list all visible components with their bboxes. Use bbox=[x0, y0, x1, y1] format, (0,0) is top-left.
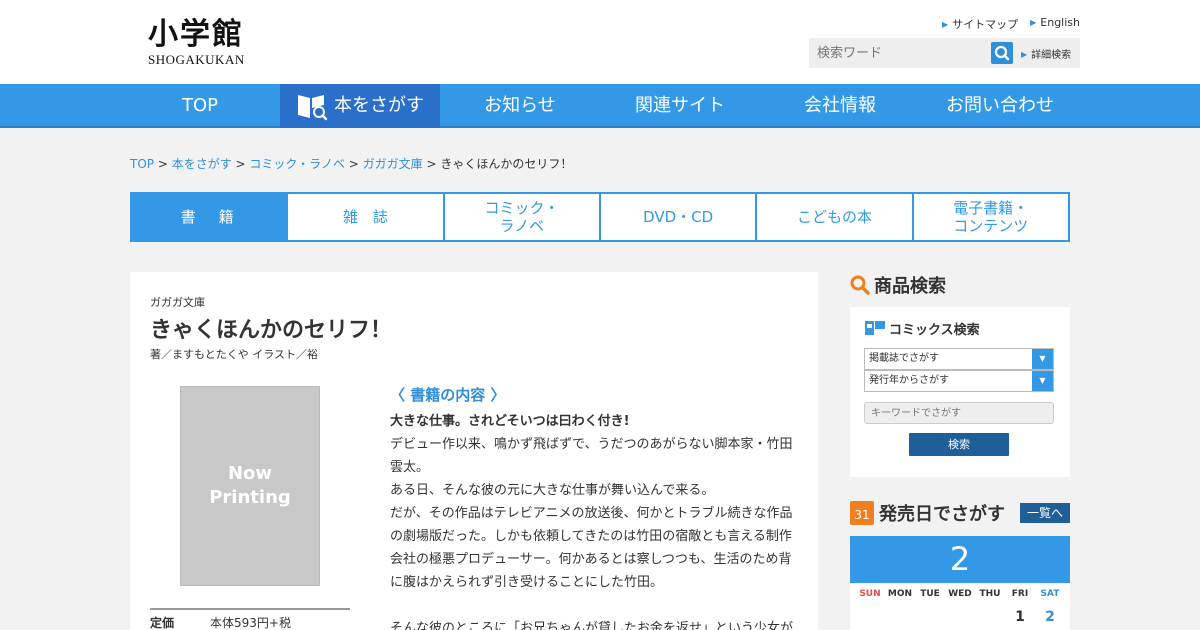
tab-ebooks[interactable]: 電子書籍・ コンテンツ bbox=[911, 194, 1068, 240]
calendar-week: 1 2 bbox=[850, 609, 1070, 625]
search-input[interactable] bbox=[813, 42, 993, 64]
shogakukan-logo[interactable]: 小学館 SHOGAKUKAN bbox=[148, 18, 245, 68]
book-search-icon bbox=[298, 95, 328, 121]
weekday-label: MON bbox=[887, 589, 913, 599]
comics-search-label: コミックス検索 bbox=[889, 323, 980, 338]
weekday-label: SAT bbox=[1040, 589, 1060, 599]
release-date-label: 発売日でさがす bbox=[879, 504, 1005, 525]
search-icon bbox=[994, 45, 1010, 61]
keyword-input[interactable] bbox=[864, 402, 1054, 424]
tab-books[interactable]: 書 籍 bbox=[132, 194, 287, 240]
content-paragraph: デビュー作以来、鳴かず飛ばずで、うだつのあがらない脚本家・竹田雲太。 bbox=[390, 437, 793, 475]
calendar-day bbox=[975, 609, 1005, 625]
calendar-day bbox=[855, 609, 885, 625]
comics-search-title: コミックス検索 bbox=[864, 319, 980, 338]
release-date-heading: 31 発売日でさがす 一覧へ bbox=[850, 500, 1070, 526]
magazine-select-value: 掲載誌でさがす bbox=[869, 353, 939, 364]
year-select-value: 発行年からさがす bbox=[869, 375, 949, 386]
magazine-select[interactable]: 掲載誌でさがす ▼ bbox=[864, 348, 1054, 370]
calendar-month: 2 bbox=[850, 536, 1070, 583]
header-links: サイトマップ English bbox=[942, 16, 1080, 32]
chevron-down-icon: ▼ bbox=[1032, 371, 1053, 391]
nav-company-info[interactable]: 会社情報 bbox=[760, 84, 920, 128]
book-cover: Now Printing bbox=[180, 386, 320, 586]
list-button[interactable]: 一覧へ bbox=[1020, 503, 1070, 523]
price-label: 定価 bbox=[150, 616, 175, 630]
book-detail-card: ガガガ文庫 きゃくほんかのセリフ！ 著／ますもとたくや イラスト／裕 Now P… bbox=[130, 272, 818, 630]
comics-search-panel: コミックス検索 掲載誌でさがす ▼ 発行年からさがす ▼ 検索 bbox=[850, 307, 1070, 477]
content-paragraph: そんな彼のところに「お兄ちゃんが貸したお金を返せ」という少女が bbox=[390, 621, 794, 630]
content-paragraph: ある日、そんな彼の元に大きな仕事が舞い込んで来る。 bbox=[390, 483, 715, 498]
nav-contact[interactable]: お問い合わせ bbox=[920, 84, 1080, 128]
detail-search-link[interactable]: 詳細検索 bbox=[1021, 46, 1071, 61]
english-link[interactable]: English bbox=[1030, 16, 1080, 32]
release-calendar: 2 SUN MON TUE WED THU FRI SAT 1 2 bbox=[850, 536, 1070, 630]
breadcrumb-current: きゃくほんかのセリフ！ bbox=[440, 157, 573, 171]
book-credits: 著／ますもとたくや イラスト／裕 bbox=[150, 348, 319, 361]
nav-news[interactable]: お知らせ bbox=[440, 84, 600, 128]
site-header: 小学館 SHOGAKUKAN サイトマップ English 詳細検索 bbox=[0, 0, 1200, 84]
breadcrumb: TOP > 本をさがす > コミック・ラノベ > ガガガ文庫 > きゃくほんかの… bbox=[130, 157, 573, 171]
content-paragraph bbox=[390, 594, 798, 617]
global-nav: TOP 本をさがす お知らせ 関連サイト 会社情報 お問い合わせ bbox=[0, 84, 1200, 128]
nav-find-books-label: 本をさがす bbox=[334, 95, 424, 116]
weekday-label: FRI bbox=[1011, 589, 1029, 599]
magnifier-icon bbox=[850, 275, 870, 295]
breadcrumb-comic[interactable]: コミック・ラノベ bbox=[249, 157, 345, 171]
tab-childrens[interactable]: こどもの本 bbox=[755, 194, 911, 240]
calendar-day bbox=[945, 609, 975, 625]
weekday-label: SUN bbox=[859, 589, 881, 599]
header-search: 詳細検索 bbox=[809, 38, 1080, 68]
book-title: きゃくほんかのセリフ！ bbox=[150, 318, 393, 343]
breadcrumb-top[interactable]: TOP bbox=[130, 157, 154, 171]
calendar-icon: 31 bbox=[850, 501, 874, 525]
tab-comics[interactable]: コミック・ ラノベ bbox=[442, 194, 599, 240]
calendar-day bbox=[885, 609, 915, 625]
nav-find-books[interactable]: 本をさがす bbox=[280, 84, 440, 128]
nav-top[interactable]: TOP bbox=[120, 84, 280, 128]
product-search-heading: 商品検索 bbox=[850, 272, 946, 298]
breadcrumb-gagaga[interactable]: ガガガ文庫 bbox=[363, 157, 423, 171]
nav-related-sites[interactable]: 関連サイト bbox=[600, 84, 760, 128]
chevron-down-icon: ▼ bbox=[1032, 349, 1053, 369]
comics-book-icon bbox=[865, 320, 885, 335]
breadcrumb-find-books[interactable]: 本をさがす bbox=[172, 157, 232, 171]
book-series[interactable]: ガガガ文庫 bbox=[150, 294, 205, 310]
category-tabs: 書 籍 雑 誌 コミック・ ラノベ DVD・CD こどもの本 電子書籍・ コンテ… bbox=[130, 192, 1070, 242]
sitemap-link[interactable]: サイトマップ bbox=[942, 16, 1018, 32]
comics-search-button[interactable]: 検索 bbox=[909, 433, 1009, 456]
calendar-weekdays: SUN MON TUE WED THU FRI SAT bbox=[850, 589, 1070, 599]
calendar-day[interactable]: 2 bbox=[1035, 609, 1065, 625]
weekday-label: TUE bbox=[920, 589, 940, 599]
year-select[interactable]: 発行年からさがす ▼ bbox=[864, 370, 1054, 392]
product-search-label: 商品検索 bbox=[874, 276, 946, 297]
tab-dvd-cd[interactable]: DVD・CD bbox=[598, 194, 755, 240]
search-button[interactable] bbox=[991, 42, 1013, 64]
calendar-day[interactable]: 1 bbox=[1005, 609, 1035, 625]
content-lead: 大きな仕事。されどそいつは曰わく付き! bbox=[390, 414, 630, 429]
price-divider bbox=[150, 608, 350, 610]
content-body: 大きな仕事。されどそいつは曰わく付き! デビュー作以来、鳴かず飛ばずで、うだつの… bbox=[390, 410, 798, 630]
content-heading: 〈 書籍の内容 〉 bbox=[390, 386, 506, 404]
logo-roman: SHOGAKUKAN bbox=[148, 52, 245, 67]
weekday-label: THU bbox=[979, 589, 1001, 599]
weekday-label: WED bbox=[948, 589, 972, 599]
calendar-day bbox=[915, 609, 945, 625]
tab-magazines[interactable]: 雑 誌 bbox=[286, 194, 442, 240]
content-paragraph: だが、その作品はテレビアニメの放送後、何かとトラブル続きな作品の劇場版だった。し… bbox=[390, 506, 793, 590]
logo-kanji: 小学館 bbox=[148, 17, 244, 52]
price-value: 本体593円+税 bbox=[210, 616, 291, 630]
